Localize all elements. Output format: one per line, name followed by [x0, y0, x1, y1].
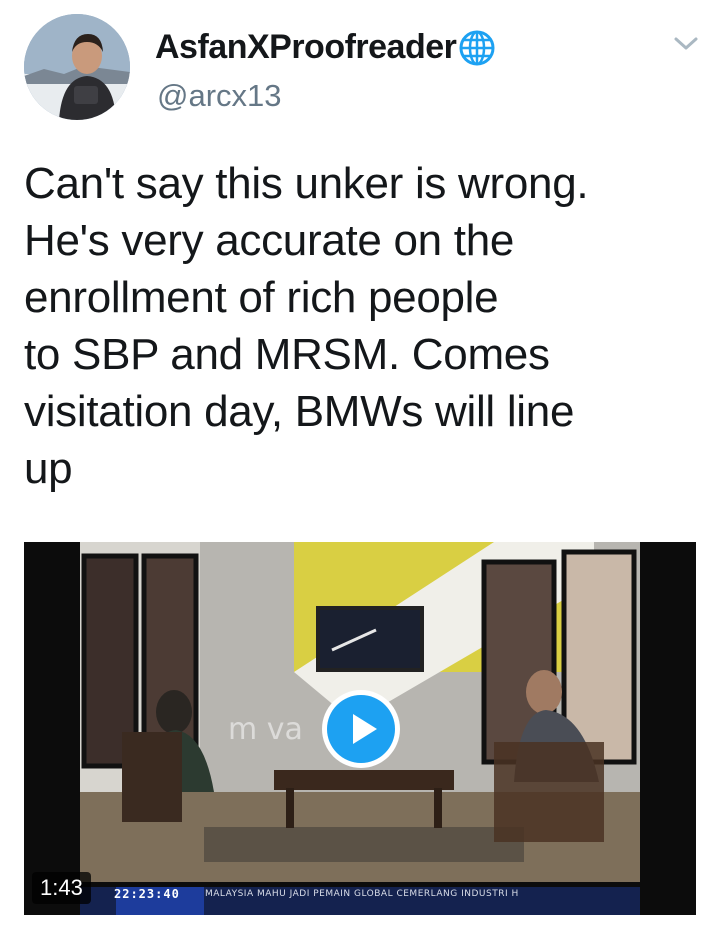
- avatar-photo: [24, 14, 130, 120]
- avatar[interactable]: [24, 14, 130, 120]
- play-icon[interactable]: [327, 695, 395, 763]
- ticker-time: 22:23:40: [114, 887, 180, 901]
- play-triangle: [353, 714, 377, 744]
- chevron-down-icon[interactable]: [672, 34, 700, 54]
- video-watermark: m va: [228, 712, 303, 747]
- tweet-text: Can't say this unker is wrong. He's very…: [24, 159, 589, 493]
- name-row: AsfanXProofreader: [155, 28, 496, 67]
- ticker-text: MALAYSIA MAHU JADI PEMAIN GLOBAL CEMERLA…: [205, 889, 519, 899]
- play-button[interactable]: [322, 690, 400, 768]
- globe-icon: [459, 30, 495, 65]
- video-duration: 1:43: [32, 872, 91, 904]
- display-name[interactable]: AsfanXProofreader: [155, 28, 457, 67]
- user-handle[interactable]: @arcx13: [157, 78, 282, 114]
